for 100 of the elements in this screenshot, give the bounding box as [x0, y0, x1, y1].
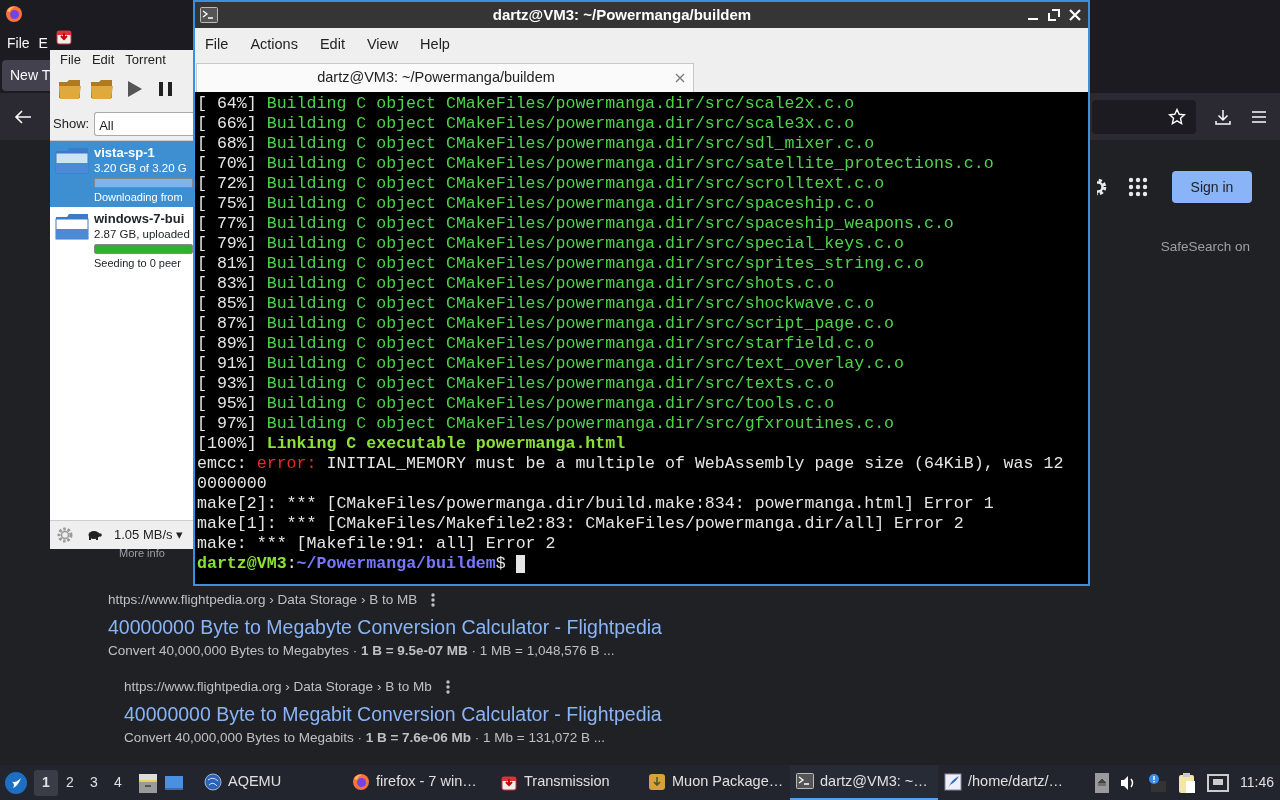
result-url: https://www.flightpedia.org › Data Storage › B to MB [108, 591, 418, 609]
result-title-link[interactable]: 40000000 Byte to Megabit Conversion Calculator - Flightpedia [124, 701, 662, 727]
apps-grid-icon[interactable] [1128, 177, 1148, 197]
clock: 11:46 [1240, 773, 1274, 792]
maximize-icon[interactable] [1047, 8, 1061, 22]
terminal-line: [ 85%] Building C object CMakeFiles/powermanga.dir/src/shockwave.c.o [197, 294, 876, 314]
clipboard-icon[interactable] [1178, 771, 1196, 794]
torrent-status: Downloading from [94, 190, 184, 204]
bookmark-star-icon[interactable] [1168, 107, 1186, 126]
torrent-row[interactable]: windows-7-bui 2.87 GB, uploaded Seeding to 0 peer [50, 207, 193, 273]
terminal-line: [ 66%] Building C object CMakeFiles/powermanga.dir/src/scale3x.c.o [197, 114, 856, 134]
menu-icon[interactable] [1250, 108, 1268, 125]
taskbar-task[interactable]: Transmission [494, 765, 642, 800]
filter-dropdown[interactable]: All [94, 112, 193, 136]
transmission-icon [55, 27, 73, 45]
terminal-icon [200, 7, 218, 23]
terminal-line: [ 93%] Building C object CMakeFiles/powermanga.dir/src/texts.c.o [197, 374, 836, 394]
taskbar-task[interactable]: dartz@VM3: ~… [790, 765, 938, 800]
terminal-line: make: *** [Makefile:91: all] Error 2 [197, 534, 557, 554]
torrent-size: 2.87 GB, uploaded [94, 227, 191, 241]
show-label: Show: [53, 115, 90, 134]
terminal-line: [ 87%] Building C object CMakeFiles/powermanga.dir/src/script_page.c.o [197, 314, 896, 334]
firefox-icon [5, 4, 23, 23]
terminal-line: [ 89%] Building C object CMakeFiles/powermanga.dir/src/starfield.c.o [197, 334, 876, 354]
menu-item[interactable]: File [197, 34, 237, 56]
menu-item[interactable]: File [7, 32, 30, 54]
notification-icon[interactable] [1147, 772, 1167, 793]
folder-icon [55, 145, 89, 175]
more-options-icon[interactable] [431, 593, 436, 607]
menu-item[interactable]: Torrent [125, 50, 166, 70]
firefox-icon [352, 772, 370, 791]
terminal-line: make[1]: *** [CMakeFiles/Makefile2:83: CMakeFiles/powermanga.dir/all] Error 2 [197, 514, 965, 534]
menu-item[interactable]: E [38, 32, 48, 54]
torrent-name: windows-7-bui [94, 211, 186, 227]
terminal-line: dartz@VM3:~/Powermanga/buildem$ [197, 554, 507, 574]
torrent-status: Seeding to 0 peer [94, 256, 182, 270]
sign-in-button[interactable]: Sign in [1172, 171, 1252, 203]
taskbar-task[interactable]: firefox - 7 win… [346, 765, 494, 800]
download-icon[interactable] [1214, 107, 1232, 126]
folder-icon[interactable] [90, 77, 114, 101]
close-icon[interactable] [1068, 8, 1082, 22]
volume-icon[interactable] [1120, 774, 1136, 791]
result-url: https://www.flightpedia.org › Data Storage › B to Mb [124, 678, 432, 696]
menu-item[interactable]: Edit [91, 50, 115, 70]
address-bar[interactable] [1092, 99, 1196, 134]
terminal-line: [ 79%] Building C object CMakeFiles/powermanga.dir/src/special_keys.c.o [197, 234, 905, 254]
terminal-line: [ 91%] Building C object CMakeFiles/powermanga.dir/src/text_overlay.c.o [197, 354, 905, 374]
speed-limit-dropdown[interactable]: 1.05 MB/s ▾ [114, 525, 184, 545]
back-arrow-icon[interactable] [14, 108, 32, 125]
result-title-link[interactable]: 40000000 Byte to Megabyte Conversion Calculator - Flightpedia [108, 614, 662, 640]
file-cabinet-icon[interactable] [138, 771, 158, 794]
folder-icon [55, 211, 89, 241]
terminal-line: [ 97%] Building C object CMakeFiles/powermanga.dir/src/gfxroutines.c.o [197, 414, 896, 434]
more-info-link[interactable]: More info [119, 547, 165, 559]
menu-item[interactable]: File [60, 50, 81, 70]
terminal-line: [ 68%] Building C object CMakeFiles/powermanga.dir/src/sdl_mixer.c.o [197, 134, 876, 154]
terminal-line: [ 75%] Building C object CMakeFiles/powermanga.dir/src/spaceship.c.o [197, 194, 876, 214]
terminal-line: [ 83%] Building C object CMakeFiles/powermanga.dir/src/shots.c.o [197, 274, 836, 294]
terminal-line: emcc: error: INITIAL_MEMORY must be a multiple of WebAssembly page size (64KiB), was 12 [197, 454, 1065, 474]
terminal-line: [ 64%] Building C object CMakeFiles/powermanga.dir/src/scale2x.c.o [197, 94, 856, 114]
taskbar-task[interactable]: AQEMU [198, 765, 346, 800]
close-tab-icon[interactable] [675, 73, 685, 83]
browser-tab[interactable]: New T [2, 60, 50, 92]
open-folder-icon[interactable] [58, 77, 82, 101]
turtle-icon[interactable] [86, 529, 102, 541]
terminal-line: [100%] Linking C executable powermanga.html [197, 434, 627, 454]
terminal-line: [ 81%] Building C object CMakeFiles/powermanga.dir/src/sprites_string.c.o [197, 254, 925, 274]
safesearch-label[interactable]: SafeSearch on [1160, 239, 1250, 254]
workspace-button[interactable]: 1 [34, 769, 58, 796]
start-menu-icon[interactable] [4, 770, 28, 795]
menu-item[interactable]: Actions [242, 34, 306, 56]
menu-item[interactable]: Edit [311, 34, 353, 56]
terminal-line: [ 77%] Building C object CMakeFiles/powermanga.dir/src/spaceship_weapons.c.o [197, 214, 955, 234]
quill-icon [944, 772, 962, 791]
terminal-line: [ 70%] Building C object CMakeFiles/powermanga.dir/src/satellite_protections.c.o [197, 154, 995, 174]
terminal-tab[interactable]: dartz@VM3: ~/Powermanga/buildem [196, 63, 694, 92]
taskbar-task[interactable]: Muon Package… [642, 765, 790, 800]
taskbar-task[interactable]: /home/dartz/… [938, 765, 1086, 800]
desktop-icon[interactable] [164, 773, 184, 792]
terminal-line: 0000000 [197, 474, 268, 494]
torrent-name: vista-sp-1 [94, 145, 156, 161]
network-icon[interactable] [1207, 773, 1229, 792]
torrent-size: 3.20 GB of 3.20 G [94, 161, 188, 175]
terminal-line: make[2]: *** [CMakeFiles/powermanga.dir/build.make:834: powermanga.html] Error 1 [197, 494, 995, 514]
workspace-button[interactable]: 4 [106, 769, 130, 796]
result-snippet: Convert 40,000,000 Bytes to Megabits · 1 B = 7.6e-06 Mb · 1 Mb = 131,072 B ... [124, 729, 607, 747]
terminal-line: [ 72%] Building C object CMakeFiles/powermanga.dir/src/scrolltext.c.o [197, 174, 886, 194]
workspace-button[interactable]: 3 [82, 769, 106, 796]
package-icon [648, 772, 666, 791]
eject-icon[interactable] [1095, 772, 1109, 793]
globe-icon [204, 772, 222, 791]
menu-item[interactable]: Help [412, 34, 458, 56]
result-snippet: Convert 40,000,000 Bytes to Megabytes · 1 B = 9.5e-07 MB · 1 MB = 1,048,576 B ... [108, 642, 616, 660]
workspace-button[interactable]: 2 [58, 769, 82, 796]
window-title: dartz@VM3: ~/Powermanga/buildem [491, 4, 753, 25]
menu-item[interactable]: View [358, 34, 407, 56]
terminal-icon [796, 772, 814, 791]
terminal-line: [ 95%] Building C object CMakeFiles/powermanga.dir/src/tools.c.o [197, 394, 836, 414]
more-options-icon[interactable] [445, 680, 450, 694]
tab-title: dartz@VM3: ~/Powermanga/buildem [316, 68, 556, 88]
